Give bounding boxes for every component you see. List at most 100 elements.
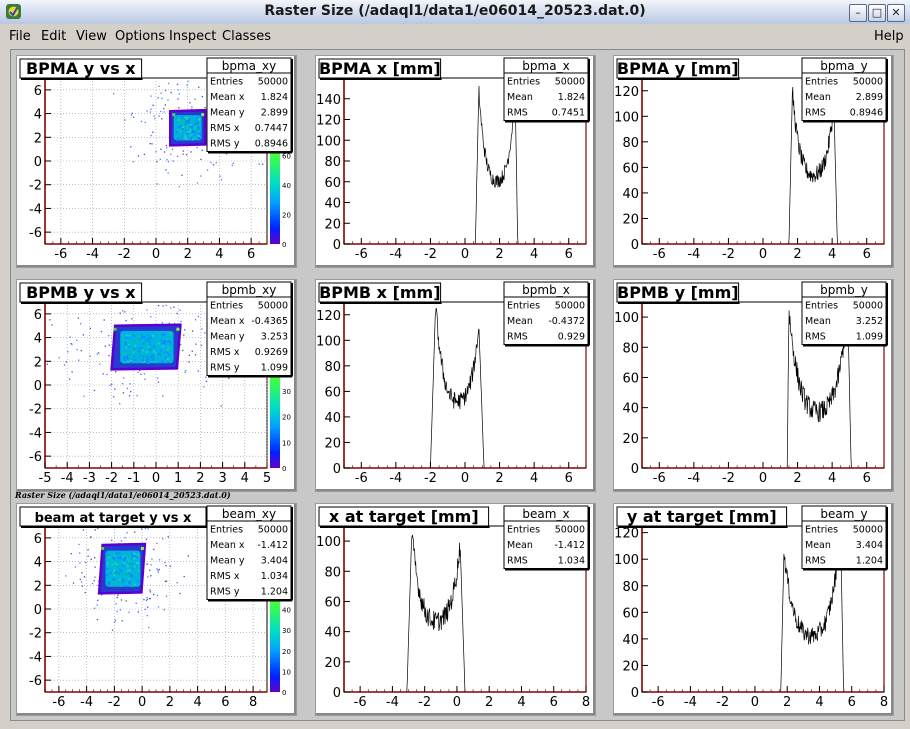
density-cell [115, 552, 118, 555]
x-tick-label: -4 [80, 695, 93, 710]
chart-title: BPMA y vs x [26, 59, 136, 78]
y-tick-label: -2 [29, 627, 42, 642]
scatter-point [130, 391, 132, 393]
density-cell [124, 557, 127, 560]
x-tick-label: -2 [105, 471, 118, 486]
density-cell [146, 358, 149, 361]
scatter-point [97, 352, 100, 354]
density-cell [126, 356, 129, 359]
scatter-point [71, 343, 73, 345]
scatter-point [114, 388, 116, 390]
x-tick-label: 0 [152, 471, 160, 486]
density-cell [150, 356, 153, 359]
scatter-point [108, 334, 110, 337]
scatter-point [81, 572, 83, 574]
density-cell [166, 357, 169, 360]
chart-title: beam at target y vs x [35, 511, 192, 526]
density-hotspot [172, 113, 176, 117]
scatter-point [205, 376, 207, 378]
density-cell [132, 334, 135, 337]
close-icon[interactable]: ✕ [887, 4, 905, 22]
density-cell [188, 121, 191, 124]
scatter-point [124, 119, 126, 121]
y-tick-label: 6 [34, 84, 42, 99]
pad-bpmb_xy[interactable]: 0 10 20 30 -5 -4 -3 -2 -1 0 1 2 3 4 5 -6 -4 -2 0 2 4 6 BPMB y … [16, 279, 297, 492]
pad-bpma_xy[interactable]: 0 20 40 60 -6 -4 -2 0 2 4 6 -6 -4 -2 0 2 4 6 BPMA y vs x bp… [16, 55, 297, 268]
pad-beam_y[interactable]: -6 -4 -2 0 2 4 6 8 0 20 40 60 80 100 120 y at target [m… [613, 503, 894, 716]
menu-options[interactable]: Options [115, 29, 165, 44]
density-cell [160, 339, 163, 342]
pad-bpmb_x[interactable]: -6 -4 -2 0 2 4 6 0 20 40 60 80 100 120 BPMB x [mm] bpmb… [315, 279, 596, 492]
scatter-point [126, 387, 128, 390]
maximize-icon[interactable]: □ [868, 4, 886, 22]
stats-value: 3.253 [261, 332, 288, 343]
density-cell [154, 355, 157, 358]
density-cell [122, 559, 125, 562]
stats-value: 3.252 [856, 316, 883, 327]
menu-inspect[interactable]: Inspect [169, 29, 216, 44]
density-cell [113, 568, 116, 571]
pad-beam_xy[interactable]: 0 10 20 30 40 -6 -4 -2 0 2 4 6 8 -6 -4 -2 0 2 4 6 beam at ta… [16, 503, 297, 716]
y-tick-label: 80 [324, 360, 341, 375]
stats-value: 1.824 [558, 92, 585, 103]
stats-value: -1.412 [257, 540, 288, 551]
x-tick-label: -5 [39, 471, 52, 486]
x-tick-label: -4 [86, 247, 99, 262]
scatter-point [154, 118, 156, 120]
density-cell [112, 578, 115, 581]
scatter-point [146, 614, 148, 617]
x-tick-label: 6 [848, 695, 856, 710]
scatter-point [165, 89, 167, 92]
menu-help[interactable]: Help [874, 29, 904, 44]
pad-bpmb_y[interactable]: -6 -4 -2 0 2 4 6 0 20 40 60 80 100 BPMB y [mm] bpmb_y E… [613, 279, 894, 492]
density-cell [193, 122, 196, 125]
scatter-point [144, 121, 146, 124]
scatter-point [171, 148, 174, 151]
scatter-point [182, 150, 185, 152]
scatter-point [165, 304, 167, 307]
menu-file[interactable]: File [9, 29, 31, 44]
scatter-point [134, 531, 136, 533]
scatter-point [180, 320, 182, 323]
chart-bpmb_x: -6 -4 -2 0 2 4 6020406080100120BPMB x [mm] bpmb… [316, 281, 590, 486]
scatter-point [84, 561, 87, 564]
minimize-icon[interactable]: – [849, 4, 867, 22]
x-tick-label: 2 [495, 471, 503, 486]
stats-label: RMS y [210, 587, 240, 598]
stats-label: Entries [805, 525, 838, 536]
stats-value: 50000 [555, 301, 585, 312]
pad-bpma_x[interactable]: -6 -4 -2 0 2 4 6 0 20 40 60 80 100 120 140 BPMA x [mm] b… [315, 55, 596, 268]
scatter-point [184, 371, 186, 373]
density-cell [152, 334, 155, 337]
x-tick-label: -4 [389, 471, 402, 486]
stats-value: 0.9269 [255, 347, 288, 358]
density-cell [186, 119, 189, 122]
y-tick-label: 20 [324, 217, 341, 232]
scatter-point [220, 179, 223, 181]
scatter-point [97, 599, 99, 602]
y-tick-label: 6 [34, 308, 42, 323]
density-cell [199, 121, 202, 124]
density-cell [196, 122, 199, 125]
stats-label: RMS [507, 332, 528, 343]
stats-label: Mean y [210, 556, 245, 567]
scatter-point [200, 158, 202, 161]
scatter-point [179, 309, 181, 311]
scatter-point [70, 552, 72, 555]
y-tick-label: 100 [316, 134, 341, 149]
pad-beam_x[interactable]: -6 -4 -2 0 2 4 6 8 0 20 40 60 80 100 x at target [mm] b… [315, 503, 596, 716]
density-cell [127, 343, 130, 346]
stats-value: 3.404 [261, 556, 288, 567]
menu-view[interactable]: View [76, 29, 107, 44]
density-cell [189, 128, 192, 131]
menu-edit[interactable]: Edit [41, 29, 66, 44]
scatter-point [189, 102, 191, 104]
menu-classes[interactable]: Classes [222, 29, 271, 44]
scatter-point [87, 549, 89, 551]
pad-bpma_y[interactable]: -6 -4 -2 0 2 4 6 0 20 40 60 80 100 120 BPMA y [mm] bpma… [613, 55, 894, 268]
scatter-point [116, 610, 118, 613]
scatter-point [126, 531, 128, 534]
scatter-point [170, 307, 172, 309]
density-cell [137, 340, 140, 343]
density-cell [165, 351, 168, 354]
